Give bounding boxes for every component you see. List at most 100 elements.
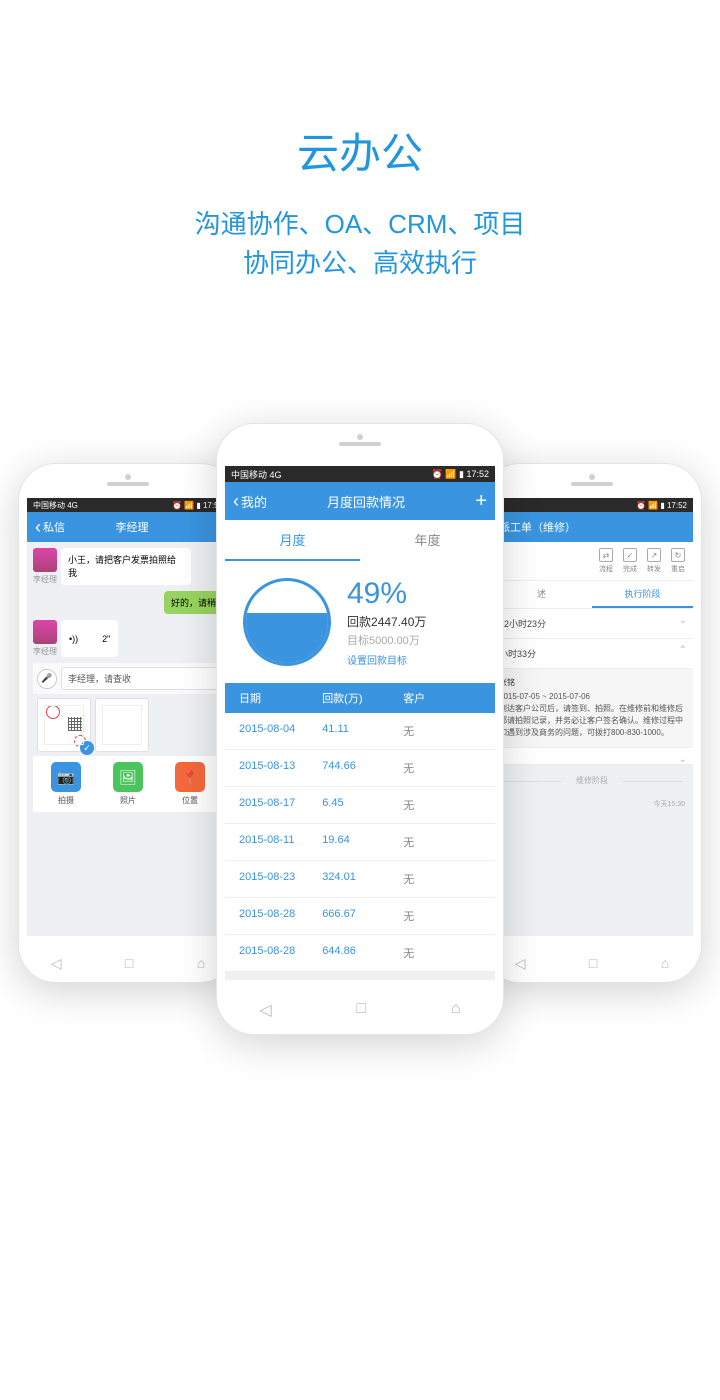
chat-title: 李经理 [65, 519, 199, 535]
tab-description[interactable]: 述 [491, 581, 592, 608]
tab-month[interactable]: 月度 [225, 520, 360, 561]
action-row: 📷拍摄 🖼照片 📍位置 [33, 756, 223, 812]
carrier-label: 中国移动 4G [33, 500, 78, 511]
nav-recent-icon[interactable]: ⌂ [661, 955, 669, 972]
detail-text: 到达客户公司后，请签到、拍照。在维修前和维修后都请拍照记录，并务必让客户签名确认… [499, 703, 685, 739]
statusbar: 中国移动 4G ⏰ 📶 ▮ 17:52 [225, 466, 495, 482]
subtitle-line-2: 协同办公、高效执行 [243, 248, 477, 278]
summary-panel: 49% 回款2447.40万 目标5000.00万 设置回款目标 [225, 561, 495, 683]
hero-subtitle: 沟通协作、OA、CRM、项目 协同办公、高效执行 [0, 205, 720, 283]
forward-button[interactable]: ↗转发 [647, 548, 661, 574]
reset-button[interactable]: ↻重启 [671, 548, 685, 574]
attachment-thumbnail[interactable]: ✓ [37, 698, 91, 752]
back-button[interactable]: 私信 [35, 518, 65, 536]
col-amount: 回款(万) [322, 690, 403, 706]
phone-nav: ◁ □ ⌂ [483, 955, 701, 972]
done-button[interactable]: ✓完成 [623, 548, 637, 574]
phase-divider: 维修阶段 [491, 765, 693, 796]
tab-year[interactable]: 年度 [360, 520, 495, 561]
chevron-up-icon: ⌃ [679, 645, 687, 656]
empty-row[interactable]: ⌄ [491, 748, 693, 765]
add-button[interactable]: + [465, 490, 487, 513]
sender-name: 李经理 [33, 646, 57, 657]
composer-bar: 🎤 李经理，请查收 [33, 663, 223, 694]
subtabs: 述 执行阶段 [491, 581, 693, 609]
shoot-button[interactable]: 📷拍摄 [51, 762, 81, 806]
nav-recent-icon[interactable]: ⌂ [451, 1000, 461, 1020]
mic-button[interactable]: 🎤 [37, 669, 57, 689]
set-target-link[interactable]: 设置回款目标 [347, 652, 477, 667]
pin-icon: 📍 [175, 762, 205, 792]
tab-phase[interactable]: 执行阶段 [592, 581, 693, 608]
col-date: 日期 [225, 690, 322, 706]
percent-value: 49% [347, 577, 477, 611]
date-range: 2015-07-05 ~ 2015-07-06 [499, 691, 685, 703]
chevron-down-icon: ⌄ [679, 754, 687, 765]
forward-icon: ↗ [647, 548, 661, 562]
back-button[interactable]: 我的 [233, 492, 267, 511]
chevron-down-icon: ⌄ [679, 615, 687, 626]
image-icon: 🖼 [113, 762, 143, 792]
chevron-left-icon [35, 518, 41, 536]
person-name: 张铭 [499, 677, 685, 689]
voice-message[interactable]: •))2" [61, 620, 118, 657]
location-button[interactable]: 📍位置 [175, 762, 205, 806]
period-tabs: 月度 年度 [225, 520, 495, 561]
nav-home-icon[interactable]: □ [356, 1000, 366, 1020]
flow-icon: ⇄ [599, 548, 613, 562]
table-body: 2015-08-0441.11无2015-08-13744.66无2015-08… [225, 713, 495, 972]
table-row[interactable]: 2015-08-1119.64无 [225, 824, 495, 861]
workorder-title: 派工单（维修） [499, 519, 685, 535]
hero-title: 云办公 [0, 120, 720, 181]
nav-recent-icon[interactable]: ⌂ [197, 955, 205, 972]
subtitle-line-1: 沟通协作、OA、CRM、项目 [195, 209, 526, 239]
phone-right: ⏰ 📶 ▮ 17:52 派工单（维修） ⇄流程 ✓完成 ↗转发 ↻重启 述 执行… [482, 463, 702, 983]
avatar[interactable] [33, 620, 57, 644]
col-customer: 客户 [403, 690, 495, 706]
table-header: 日期 回款(万) 客户 [225, 683, 495, 713]
sound-icon: •)) [69, 634, 78, 644]
nav-back-icon[interactable]: ◁ [515, 955, 526, 972]
check-icon: ✓ [623, 548, 637, 562]
detail-box: 张铭 2015-07-05 ~ 2015-07-06 到达客户公司后，请签到、拍… [491, 669, 693, 748]
toolbar: ⇄流程 ✓完成 ↗转发 ↻重启 [491, 542, 693, 581]
sender-name: 李经理 [33, 574, 57, 585]
table-row[interactable]: 2015-08-23324.01无 [225, 861, 495, 898]
table-row[interactable]: 2015-08-28644.86无 [225, 935, 495, 972]
status-icons: ⏰ 📶 ▮ 17:52 [636, 501, 687, 510]
phone-left: 中国移动 4G ⏰ 📶 ▮ 17:52 私信 李经理 李经理 小王，请把客户发票… [18, 463, 238, 983]
avatar[interactable] [33, 548, 57, 572]
statusbar: ⏰ 📶 ▮ 17:52 [491, 498, 693, 512]
nav-home-icon[interactable]: □ [125, 955, 133, 972]
statusbar: 中国移动 4G ⏰ 📶 ▮ 17:52 [27, 498, 229, 512]
nav-home-icon[interactable]: □ [589, 955, 597, 972]
attachment-grid: ✓ [33, 694, 223, 756]
flow-button[interactable]: ⇄流程 [599, 548, 613, 574]
table-row[interactable]: 2015-08-13744.66无 [225, 750, 495, 787]
duration-row[interactable]: 12小时23分⌄ [491, 609, 693, 639]
reset-icon: ↻ [671, 548, 685, 562]
chat-appbar: 私信 李经理 [27, 512, 229, 542]
table-row[interactable]: 2015-08-176.45无 [225, 787, 495, 824]
chat-message-incoming[interactable]: 小王，请把客户发票拍照给我 [61, 548, 191, 585]
table-row[interactable]: 2015-08-28666.67无 [225, 898, 495, 935]
duration-row[interactable]: 小时33分⌃ [491, 639, 693, 669]
carrier-label: 中国移动 4G [231, 468, 282, 481]
check-icon: ✓ [80, 741, 94, 755]
nav-back-icon[interactable]: ◁ [259, 1000, 271, 1020]
footer-timestamp: 今天15:30 [491, 796, 693, 812]
compose-input[interactable]: 李经理，请查收 [61, 667, 219, 690]
target-line: 目标5000.00万 [347, 632, 477, 648]
attachment-thumbnail[interactable] [95, 698, 149, 752]
camera-icon: 📷 [51, 762, 81, 792]
phone-nav: ◁ □ ⌂ [217, 1000, 503, 1020]
table-row[interactable]: 2015-08-0441.11无 [225, 713, 495, 750]
report-title: 月度回款情况 [267, 492, 465, 511]
photo-button[interactable]: 🖼照片 [113, 762, 143, 806]
phone-center: 中国移动 4G ⏰ 📶 ▮ 17:52 我的 月度回款情况 + 月度 年度 49… [216, 423, 504, 1035]
phone-nav: ◁ □ ⌂ [19, 955, 237, 972]
status-icons: ⏰ 📶 ▮ 17:52 [432, 469, 489, 480]
nav-back-icon[interactable]: ◁ [51, 955, 62, 972]
returned-line: 回款2447.40万 [347, 613, 477, 630]
chat-message-outgoing[interactable]: 好的，请稍 [164, 591, 223, 614]
